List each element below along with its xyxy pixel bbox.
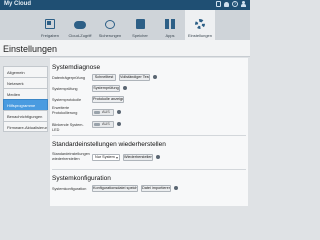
system-led-toggle[interactable]: AUS <box>92 121 114 128</box>
row-restore: Standardeinstellungen wiederherstellen N… <box>52 152 242 164</box>
nav-einstellungen[interactable]: Einstellungen <box>185 10 215 40</box>
save-config-button[interactable]: Konfigurationsdatei speichern <box>92 185 138 192</box>
apps-icon <box>165 19 175 29</box>
storage-icon <box>135 19 145 29</box>
divider <box>52 135 246 136</box>
nav-label: Freigaben <box>40 33 59 38</box>
nav-sicherungen[interactable]: Sicherungen <box>95 10 125 40</box>
top-icons: ? <box>216 1 246 7</box>
nav-label: Apps <box>165 33 175 38</box>
row-label: Datenträgerprüfung <box>52 76 85 80</box>
gear-icon <box>195 19 205 29</box>
info-icon[interactable] <box>117 122 121 126</box>
section-title-config: Systemkonfiguration <box>52 175 111 182</box>
extended-logging-toggle[interactable]: AUS <box>92 109 114 116</box>
page-header: Einstellungen <box>0 40 250 57</box>
backup-icon <box>105 20 115 29</box>
restore-button[interactable]: Wiederherstellen <box>123 154 153 161</box>
info-icon[interactable] <box>123 86 127 90</box>
row-label: Systemkonfiguration <box>52 187 87 191</box>
nav-speicher[interactable]: Speicher <box>125 10 155 40</box>
menu-item-medien[interactable]: Medien <box>3 88 48 99</box>
show-logs-button[interactable]: Protokolle anzeigen <box>92 96 124 103</box>
row-label: Standardeinstellungen wiederherstellen <box>52 152 90 161</box>
row-system-check: Systemprüfung Systemprüfung <box>52 85 242 96</box>
app-brand: My Cloud <box>4 1 31 7</box>
notification-icon[interactable] <box>224 2 229 7</box>
restore-scope-select[interactable]: Nur System <box>92 154 120 161</box>
info-icon[interactable] <box>117 110 121 114</box>
nav-label: Einstellungen <box>187 33 213 38</box>
nav-label: Cloud-Zugriff <box>68 33 92 38</box>
row-config: Systemkonfiguration Konfigurationsdatei … <box>52 185 242 196</box>
nav-cloud-zugriff[interactable]: Cloud-Zugriff <box>65 10 95 40</box>
shares-icon <box>45 19 55 29</box>
menu-item-hilfsprogramme[interactable]: Hilfsprogramme <box>3 99 48 110</box>
row-extended-logging: Erweiterte Protokollierung AUS <box>52 106 242 119</box>
nav-label: Speicher <box>132 33 148 38</box>
row-label: Systemprüfung <box>52 87 78 91</box>
quick-test-button[interactable]: Schnelltest <box>92 74 116 81</box>
full-test-button[interactable]: Vollständiger Test <box>119 74 150 81</box>
nav-label: Sicherungen <box>98 33 122 38</box>
menu-item-allgemein[interactable]: Allgemein <box>3 66 48 77</box>
menu-item-benachrichtigungen[interactable]: Benachrichtigungen <box>3 110 48 121</box>
help-icon[interactable]: ? <box>232 1 238 7</box>
divider <box>52 169 246 170</box>
row-label: Blinkende System-LED <box>52 123 84 132</box>
top-bar: My Cloud ? <box>0 0 250 10</box>
row-label: Systemprotokolle <box>52 98 82 102</box>
nav-freigaben[interactable]: Freigaben <box>35 10 65 40</box>
system-check-button[interactable]: Systemprüfung <box>92 85 120 92</box>
user-icon[interactable] <box>241 1 246 7</box>
menu-item-firmware[interactable]: Firmware-Aktualisierung <box>3 121 48 132</box>
main-nav: Freigaben Cloud-Zugriff Sicherungen Spei… <box>0 10 250 40</box>
info-icon[interactable] <box>156 155 160 159</box>
settings-menu: Allgemein Netzwerk Medien Hilfsprogramme… <box>3 66 48 132</box>
row-disk-test: Datenträgerprüfung Schnelltest Vollständ… <box>52 74 242 85</box>
usb-icon[interactable] <box>216 1 221 7</box>
content-panel: Systemdiagnose Datenträgerprüfung Schnel… <box>50 58 248 206</box>
row-label: Erweiterte Protokollierung <box>52 106 78 115</box>
nav-apps[interactable]: Apps <box>155 10 185 40</box>
row-system-led: Blinkende System-LED AUS <box>52 121 242 132</box>
info-icon[interactable] <box>174 186 178 190</box>
section-title-restore: Standardeinstellungen wiederherstellen <box>52 141 166 148</box>
cloud-icon <box>74 21 86 29</box>
menu-item-netzwerk[interactable]: Netzwerk <box>3 77 48 88</box>
info-icon[interactable] <box>153 75 157 79</box>
section-title-systemdiagnose: Systemdiagnose <box>52 64 101 71</box>
page-title: Einstellungen <box>3 44 58 54</box>
import-file-button[interactable]: Datei importieren <box>141 185 171 192</box>
